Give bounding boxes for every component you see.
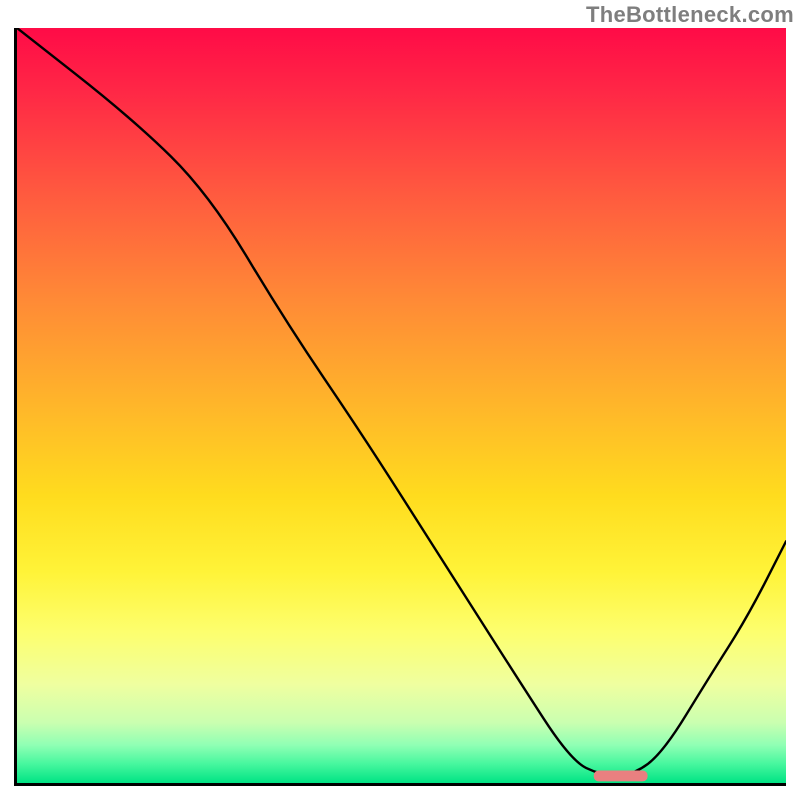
- watermark-text: TheBottleneck.com: [586, 2, 794, 28]
- chart-container: TheBottleneck.com: [0, 0, 800, 800]
- curve-line: [17, 28, 786, 775]
- optimal-range-marker: [594, 770, 648, 781]
- bottleneck-curve: [17, 28, 786, 783]
- plot-frame: [14, 28, 786, 786]
